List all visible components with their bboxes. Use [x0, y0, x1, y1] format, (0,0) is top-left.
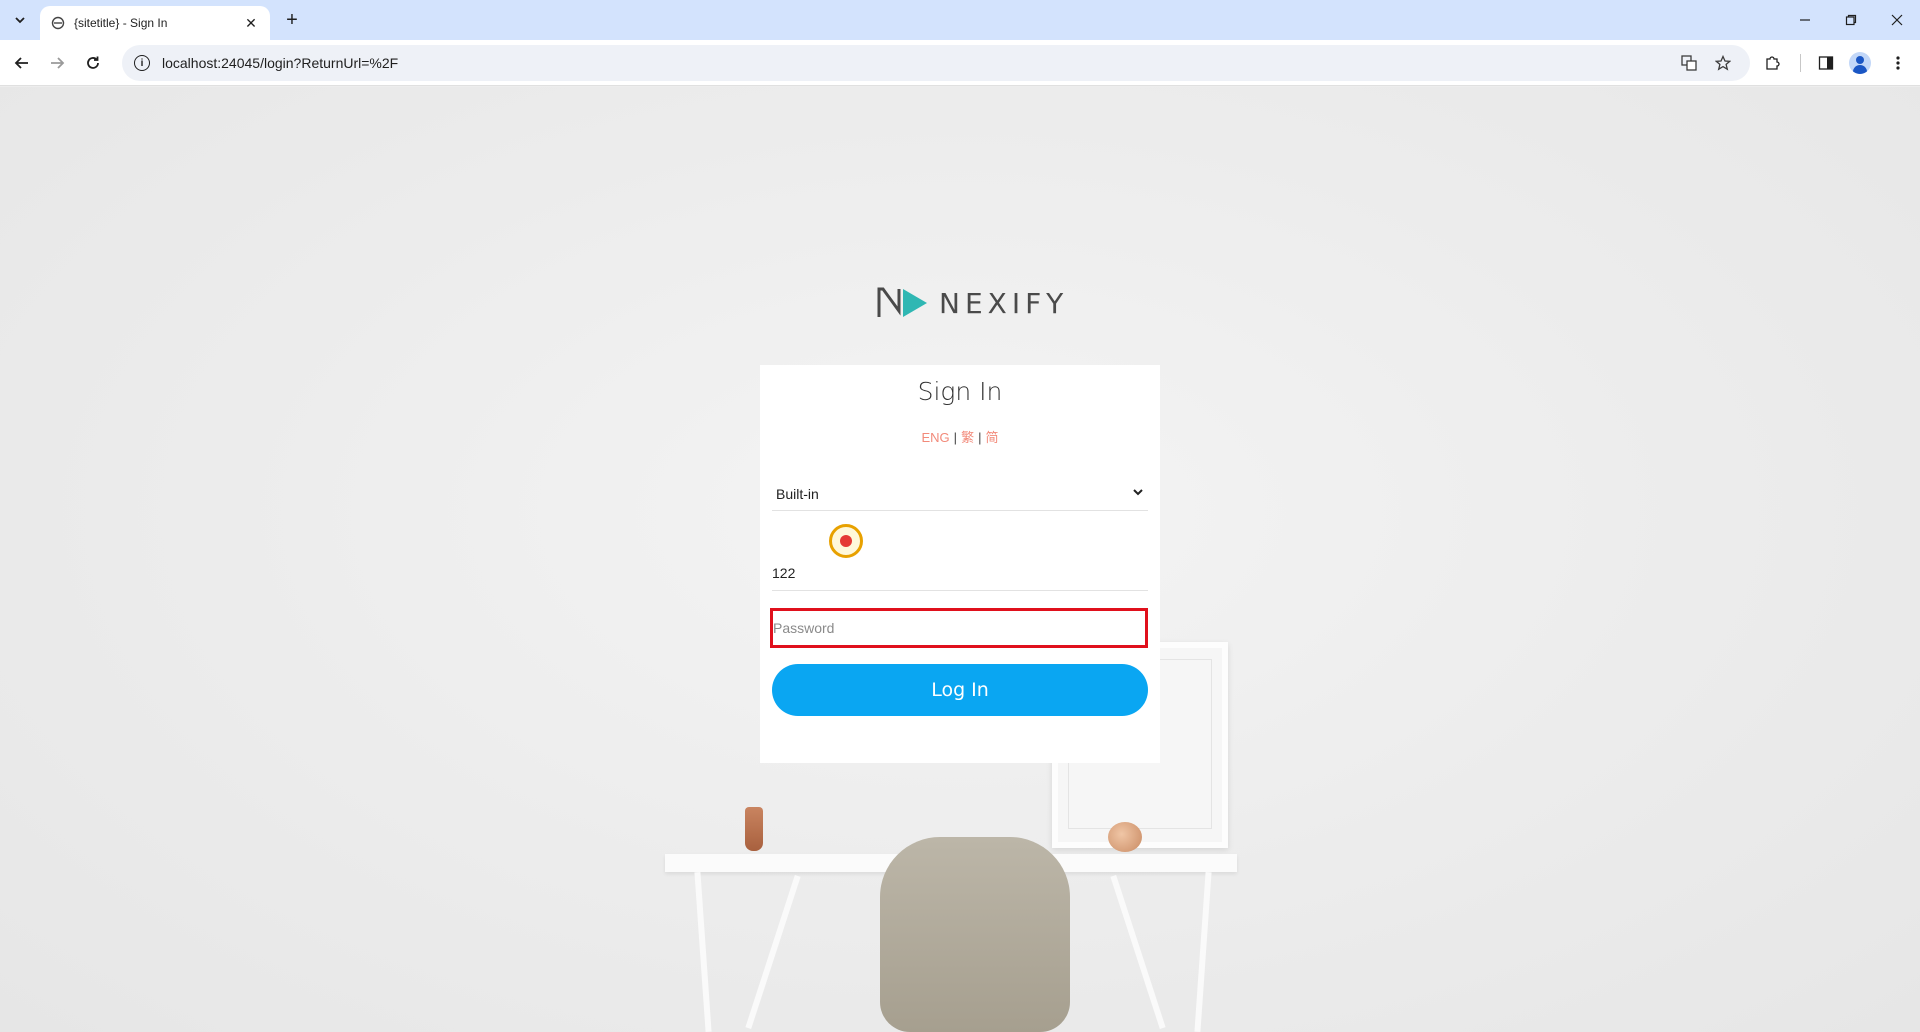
nexify-logo: NEXIFY	[875, 283, 1068, 323]
language-switcher: ENG | 繁 | 简	[760, 427, 1160, 446]
star-icon[interactable]	[1711, 51, 1735, 75]
login-page: NEXIFY Sign In ENG | 繁 | 简 Built-in 122 Log …	[0, 87, 1920, 1032]
username-value: 122	[772, 564, 796, 581]
tab-sign-in[interactable]: {sitetitle} - Sign In ✕	[40, 6, 270, 40]
username-field[interactable]: 122	[772, 555, 1148, 591]
close-window-icon[interactable]	[1874, 0, 1920, 40]
toolbar-divider	[1800, 54, 1801, 72]
info-icon[interactable]: i	[134, 55, 150, 71]
address-bar[interactable]: i localhost:24045/login?ReturnUrl=%2F	[122, 45, 1750, 81]
tab-title: {sitetitle} - Sign In	[74, 16, 168, 30]
logo-mark-icon	[877, 287, 927, 317]
background-desk-leg	[1194, 871, 1212, 1032]
browser-toolbar: i localhost:24045/login?ReturnUrl=%2F	[0, 40, 1920, 86]
background-desk-leg	[1110, 874, 1166, 1030]
window-controls	[1782, 0, 1920, 40]
profile-icon[interactable]	[1849, 52, 1871, 74]
kebab-menu-icon[interactable]	[1884, 49, 1912, 77]
page-title: Sign In	[917, 377, 1003, 406]
log-in-button[interactable]: Log In	[772, 664, 1148, 716]
page-favicon-icon	[50, 15, 66, 31]
url-text[interactable]: localhost:24045/login?ReturnUrl=%2F	[162, 55, 398, 71]
sign-in-card: Sign In ENG | 繁 | 简 Built-in 122 Log In	[760, 365, 1160, 763]
forward-arrow-icon[interactable]	[43, 49, 71, 77]
background-vase-right	[1108, 822, 1142, 852]
tab-strip: {sitetitle} - Sign In ✕ +	[0, 0, 1920, 40]
background-desk-leg	[745, 874, 801, 1030]
logo-text: NEXIFY	[939, 286, 1069, 320]
minimize-icon[interactable]	[1782, 0, 1828, 40]
restore-icon[interactable]	[1828, 0, 1874, 40]
password-input[interactable]	[773, 611, 1145, 645]
chevron-down-icon[interactable]	[8, 8, 32, 32]
background-chair	[880, 837, 1070, 1032]
close-icon[interactable]: ✕	[242, 14, 260, 32]
auth-method-select[interactable]: Built-in	[772, 477, 1148, 511]
reload-icon[interactable]	[79, 49, 107, 77]
lang-link-eng[interactable]: ENG	[922, 430, 950, 445]
auth-method-value: Built-in	[776, 485, 819, 502]
translate-icon[interactable]	[1677, 51, 1701, 75]
lang-link-simplified[interactable]: 简	[985, 430, 998, 445]
lang-link-traditional[interactable]: 繁	[961, 430, 974, 445]
cursor-dot-icon	[840, 535, 852, 547]
lang-separator: |	[978, 430, 982, 445]
back-arrow-icon[interactable]	[8, 49, 36, 77]
lang-separator: |	[953, 430, 958, 445]
chevron-down-icon	[1132, 486, 1144, 501]
side-panel-icon[interactable]	[1812, 49, 1840, 77]
new-tab-button[interactable]: +	[280, 8, 304, 32]
puzzle-icon[interactable]	[1758, 49, 1786, 77]
password-field-wrapper[interactable]	[770, 608, 1148, 648]
background-desk-leg	[694, 871, 712, 1032]
background-vase-left	[745, 807, 763, 851]
